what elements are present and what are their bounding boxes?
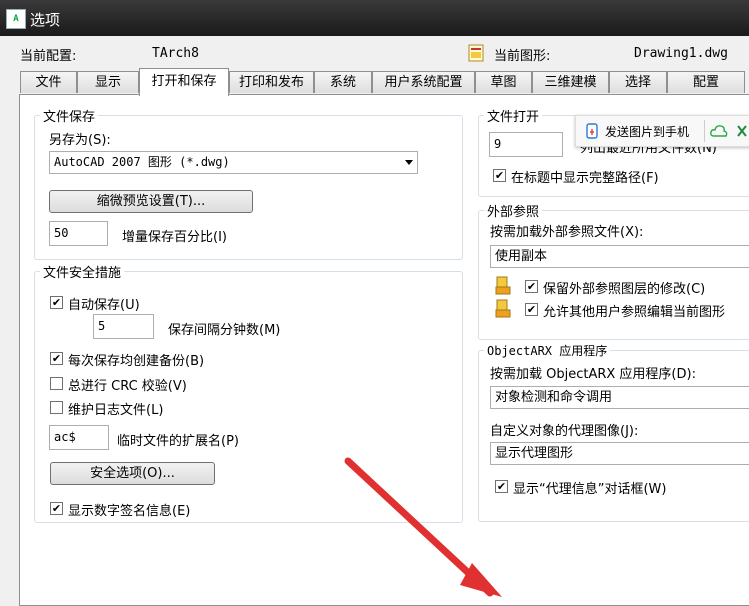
autocad-app-icon: A xyxy=(6,9,26,29)
save-as-dropdown[interactable]: AutoCAD 2007 图形 (*.dwg) xyxy=(49,151,418,174)
crc-label: 总进行 CRC 校验(V) xyxy=(68,379,187,394)
tab-display[interactable]: 显示 xyxy=(77,71,139,93)
crc-checkbox[interactable] xyxy=(50,377,63,390)
proxy-info-label: 显示“代理信息”对话框(W) xyxy=(513,482,667,497)
incremental-save-input[interactable]: 50 xyxy=(49,221,108,246)
xref-layer-icon xyxy=(495,276,511,295)
objectarx-title: ObjectARX 应用程序 xyxy=(484,342,611,359)
temp-extension-input[interactable]: ac$ xyxy=(49,425,109,450)
current-profile-value: TArch8 xyxy=(152,46,199,61)
tab-open-save[interactable]: 打开和保存 xyxy=(139,68,229,96)
retain-xref-changes-label: 保留外部参照图层的修改(C) xyxy=(543,282,706,297)
save-as-value: AutoCAD 2007 图形 (*.dwg) xyxy=(54,155,230,169)
retain-xref-changes-checkbox[interactable]: ✔ xyxy=(525,280,538,293)
file-open-title: 文件打开 xyxy=(484,106,543,125)
allow-xref-edit-checkbox[interactable]: ✔ xyxy=(525,303,538,316)
tab-files[interactable]: 文件 xyxy=(20,71,77,93)
autosave-checkbox[interactable]: ✔ xyxy=(50,296,63,309)
save-as-label: 另存为(S): xyxy=(49,133,111,148)
log-file-label: 维护日志文件(L) xyxy=(68,403,164,418)
full-path-checkbox[interactable]: ✔ xyxy=(493,169,506,182)
thumbnail-settings-button[interactable]: 缩微预览设置(T)... xyxy=(49,190,253,213)
excel-icon[interactable] xyxy=(736,124,748,138)
objectarx-demand-label: 按需加载 ObjectARX 应用程序(D): xyxy=(490,367,696,382)
xref-edit-icon xyxy=(495,299,511,318)
autosave-label: 自动保存(U) xyxy=(68,298,140,313)
tab-user-preferences[interactable]: 用户系统配置 xyxy=(372,71,475,93)
cloud-icon[interactable] xyxy=(710,124,728,138)
allow-xref-edit-label: 允许其他用户参照编辑当前图形 xyxy=(543,305,726,320)
phone-image-icon xyxy=(586,123,598,139)
current-profile-label: 当前配置: xyxy=(20,49,77,64)
autosave-interval-label: 保存间隔分钟数(M) xyxy=(168,323,281,338)
incremental-save-label: 增量保存百分比(I) xyxy=(122,230,227,245)
tab-plot-publish[interactable]: 打印和发布 xyxy=(229,71,314,93)
log-file-checkbox[interactable] xyxy=(50,401,63,414)
proxy-image-dropdown[interactable]: 显示代理图形 xyxy=(490,442,749,465)
objectarx-demand-value: 对象检测和命令调用 xyxy=(495,390,613,405)
backup-label: 每次保存均创建备份(B) xyxy=(68,354,205,369)
objectarx-demand-dropdown[interactable]: 对象检测和命令调用 xyxy=(490,386,749,409)
backup-checkbox[interactable]: ✔ xyxy=(50,352,63,365)
file-safety-title: 文件安全措施 xyxy=(40,262,125,281)
tab-profiles[interactable]: 配置 xyxy=(667,71,745,93)
tab-selection[interactable]: 选择 xyxy=(609,71,667,93)
xref-title: 外部参照 xyxy=(484,201,543,220)
digital-signature-checkbox[interactable]: ✔ xyxy=(50,502,63,515)
proxy-image-label: 自定义对象的代理图像(J): xyxy=(490,424,639,439)
current-drawing-value: Drawing1.dwg xyxy=(634,46,728,61)
tab-system[interactable]: 系统 xyxy=(314,71,372,93)
send-to-phone-label[interactable]: 发送图片到手机 xyxy=(605,123,689,140)
xref-demand-load-label: 按需加载外部参照文件(X): xyxy=(490,225,644,240)
temp-extension-label: 临时文件的扩展名(P) xyxy=(117,434,239,449)
xref-demand-load-value: 使用副本 xyxy=(495,249,548,264)
tab-drafting[interactable]: 草图 xyxy=(475,71,532,93)
recent-files-input[interactable]: 9 xyxy=(489,132,563,157)
floating-send-toolbar: 发送图片到手机 xyxy=(575,115,749,147)
tab-3d-modeling[interactable]: 三维建模 xyxy=(532,71,609,93)
file-save-title: 文件保存 xyxy=(40,106,99,125)
current-drawing-label: 当前图形: xyxy=(494,49,551,64)
red-arrow-annotation xyxy=(344,457,502,597)
autosave-interval-input[interactable]: 5 xyxy=(93,314,154,339)
digital-signature-label: 显示数字签名信息(E) xyxy=(68,504,191,519)
drawing-file-icon xyxy=(468,44,484,62)
full-path-label: 在标题中显示完整路径(F) xyxy=(511,171,659,186)
window-title: 选项 xyxy=(30,11,61,29)
title-bar[interactable]: A 选项 xyxy=(0,0,749,36)
security-options-button[interactable]: 安全选项(O)... xyxy=(50,462,215,485)
toolbar-divider xyxy=(704,120,705,142)
xref-demand-load-dropdown[interactable]: 使用副本 xyxy=(490,245,749,268)
chevron-down-icon xyxy=(405,159,413,165)
